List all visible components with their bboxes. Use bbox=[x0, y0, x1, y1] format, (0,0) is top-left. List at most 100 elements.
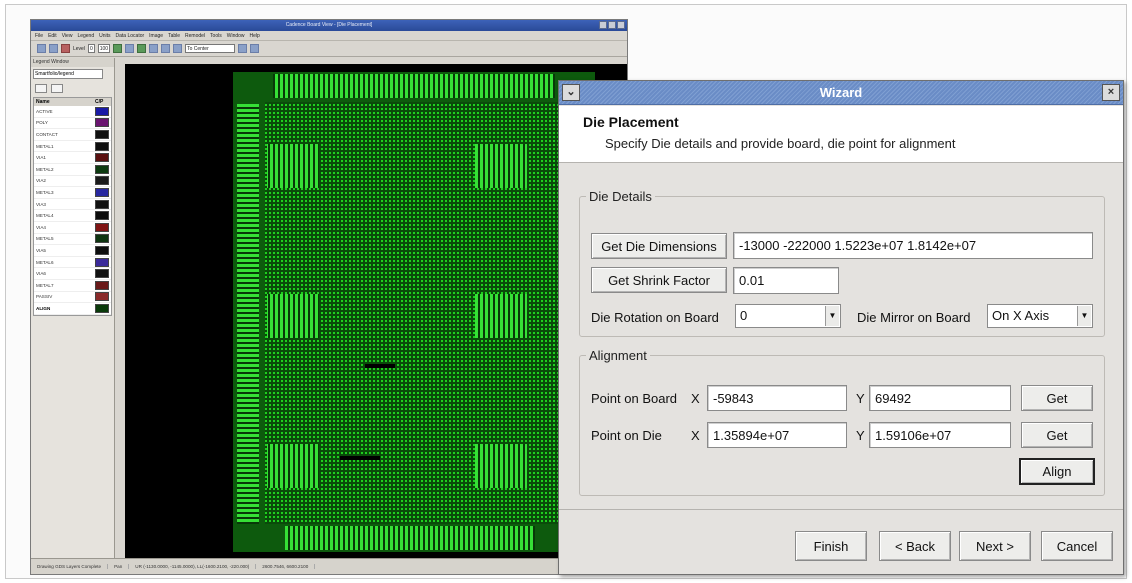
legend-dropdown-icon[interactable] bbox=[51, 83, 63, 93]
layer-row[interactable]: METAL5 bbox=[34, 234, 111, 246]
layer-color-swatch[interactable] bbox=[95, 118, 109, 128]
ruler-icon[interactable] bbox=[149, 44, 159, 53]
die-rotation-select[interactable]: 0 ▼ bbox=[735, 304, 841, 328]
layer-row[interactable]: METAL1 bbox=[34, 141, 111, 153]
legend-window: Legend Window Smartfolio/legend Name C/P… bbox=[31, 58, 115, 558]
layer-color-swatch[interactable] bbox=[95, 245, 109, 255]
die-get-button[interactable]: Get bbox=[1021, 422, 1093, 448]
layer-color-swatch[interactable] bbox=[95, 141, 109, 151]
menu-item[interactable]: Data Locator bbox=[116, 31, 145, 40]
menu-item[interactable]: File bbox=[35, 31, 43, 40]
layer-row[interactable]: METAL7 bbox=[34, 280, 111, 292]
save-icon[interactable] bbox=[49, 44, 58, 53]
menu-item[interactable]: Edit bbox=[48, 31, 57, 40]
legend-filter-icon[interactable] bbox=[35, 83, 47, 93]
menu-item[interactable]: Window bbox=[227, 31, 245, 40]
die-y-field[interactable] bbox=[869, 422, 1011, 448]
layer-row[interactable]: PASSIV bbox=[34, 292, 111, 304]
align-button[interactable]: Align bbox=[1019, 458, 1095, 485]
layer-row[interactable]: METAL6 bbox=[34, 257, 111, 269]
app-toolbar: Level 0 100 To Center bbox=[31, 41, 627, 57]
menu-item[interactable]: Legend bbox=[77, 31, 94, 40]
menu-item[interactable]: Tools bbox=[210, 31, 222, 40]
get-shrink-factor-button[interactable]: Get Shrink Factor bbox=[591, 267, 727, 293]
layer-color-swatch[interactable] bbox=[95, 234, 109, 244]
layer-color-swatch[interactable] bbox=[95, 153, 109, 163]
layer-color-swatch[interactable] bbox=[95, 222, 109, 232]
board-x-field[interactable] bbox=[707, 385, 847, 411]
layer-row[interactable]: VIA1 bbox=[34, 152, 111, 164]
menu-item[interactable]: Help bbox=[250, 31, 260, 40]
layer-row[interactable]: VIA4 bbox=[34, 222, 111, 234]
die-x-field[interactable] bbox=[707, 422, 847, 448]
menu-item[interactable]: View bbox=[62, 31, 73, 40]
refresh-icon[interactable] bbox=[250, 44, 260, 53]
layer-color-swatch[interactable] bbox=[95, 292, 109, 302]
get-die-dimensions-button[interactable]: Get Die Dimensions bbox=[591, 233, 727, 259]
layer-row[interactable]: VIA6 bbox=[34, 268, 111, 280]
layout-canvas[interactable] bbox=[125, 64, 627, 560]
layer-name: POLY bbox=[36, 120, 48, 126]
status-field: UR (-1130.0000, -1145.0000), LL(-1600.21… bbox=[129, 564, 257, 569]
fit-icon[interactable] bbox=[238, 44, 248, 53]
board-y-field[interactable] bbox=[869, 385, 1011, 411]
layer-color-swatch[interactable] bbox=[95, 211, 109, 221]
top-pad-row bbox=[273, 74, 555, 98]
layer-color-swatch[interactable] bbox=[95, 106, 109, 116]
layer-color-swatch[interactable] bbox=[95, 269, 109, 279]
select-icon[interactable] bbox=[125, 44, 135, 53]
layer-row[interactable]: ALIGN bbox=[34, 303, 111, 315]
level-combo[interactable]: 0 bbox=[87, 44, 95, 53]
center-combo[interactable]: To Center bbox=[185, 44, 236, 53]
board-get-button[interactable]: Get bbox=[1021, 385, 1093, 411]
layer-row[interactable]: VIA2 bbox=[34, 176, 111, 188]
new-icon[interactable] bbox=[37, 44, 46, 53]
wizard-title-bar: ⌄ Wizard × bbox=[559, 81, 1123, 105]
layer-row[interactable]: VIA3 bbox=[34, 199, 111, 211]
zoom-out-icon[interactable] bbox=[173, 44, 183, 53]
point-on-die-label: Point on Die bbox=[591, 428, 662, 443]
layer-icon[interactable] bbox=[113, 44, 123, 53]
menu-item[interactable]: Table bbox=[168, 31, 180, 40]
die-mirror-select[interactable]: On X Axis ▼ bbox=[987, 304, 1093, 328]
close-icon[interactable]: × bbox=[1102, 84, 1120, 101]
layer-color-swatch[interactable] bbox=[95, 280, 109, 290]
print-icon[interactable] bbox=[61, 44, 70, 53]
window-menu-icon[interactable]: ⌄ bbox=[562, 84, 580, 101]
layer-row[interactable]: POLY bbox=[34, 118, 111, 130]
layer-row[interactable]: VIA5 bbox=[34, 245, 111, 257]
layer-color-swatch[interactable] bbox=[95, 176, 109, 186]
layer-row[interactable]: ACTIVE bbox=[34, 106, 111, 118]
cancel-button[interactable]: Cancel bbox=[1041, 531, 1113, 561]
layer-row[interactable]: METAL4 bbox=[34, 210, 111, 222]
layer-name: ACTIVE bbox=[36, 108, 53, 114]
layer-color-swatch[interactable] bbox=[95, 164, 109, 174]
layer-color-swatch[interactable] bbox=[95, 257, 109, 267]
finish-button[interactable]: Finish bbox=[795, 531, 867, 561]
grid-icon[interactable] bbox=[137, 44, 147, 53]
layer-row[interactable]: METAL3 bbox=[34, 187, 111, 199]
layer-row[interactable]: CONTACT bbox=[34, 129, 111, 141]
menu-item[interactable]: Units bbox=[99, 31, 110, 40]
layer-name-header: Name bbox=[36, 99, 50, 105]
next-button[interactable]: Next > bbox=[959, 531, 1031, 561]
shrink-factor-field[interactable] bbox=[733, 267, 839, 294]
layer-row[interactable]: METAL2 bbox=[34, 164, 111, 176]
layer-table-header: Name C/P bbox=[34, 98, 111, 106]
legend-selector[interactable]: Smartfolio/legend bbox=[33, 69, 103, 79]
minimize-icon[interactable] bbox=[599, 21, 607, 29]
menu-item[interactable]: Remodel bbox=[185, 31, 205, 40]
back-button[interactable]: < Back bbox=[879, 531, 951, 561]
die-dimensions-field[interactable] bbox=[733, 232, 1093, 259]
layer-color-swatch[interactable] bbox=[95, 129, 109, 139]
maximize-icon[interactable] bbox=[608, 21, 616, 29]
zoom-combo[interactable]: 100 bbox=[97, 44, 111, 53]
zoom-in-icon[interactable] bbox=[161, 44, 171, 53]
layer-color-swatch[interactable] bbox=[95, 303, 109, 313]
menu-item[interactable]: Image bbox=[149, 31, 163, 40]
footer-separator bbox=[559, 509, 1123, 510]
close-icon[interactable] bbox=[617, 21, 625, 29]
layer-color-swatch[interactable] bbox=[95, 187, 109, 197]
layer-color-swatch[interactable] bbox=[95, 199, 109, 209]
layer-name: VIA2 bbox=[36, 178, 46, 184]
